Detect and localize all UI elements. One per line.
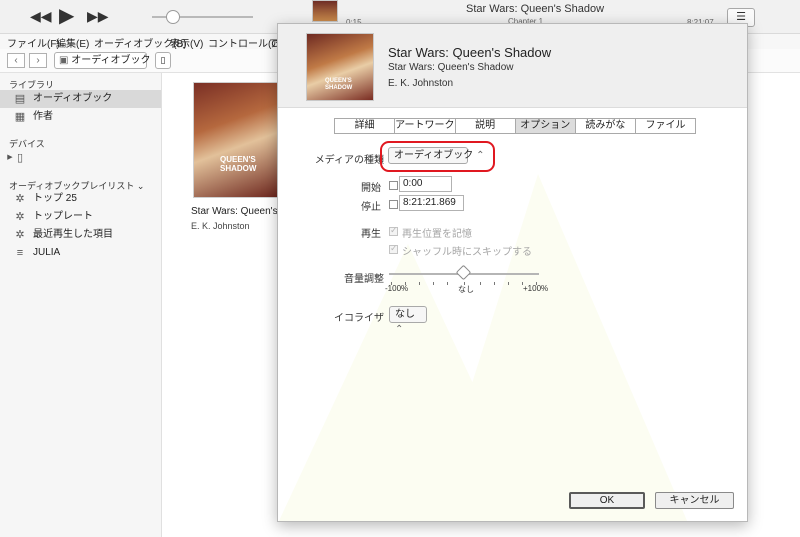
menu-view[interactable]: 表示(V)	[170, 35, 203, 50]
device-button[interactable]: ▯	[155, 52, 171, 69]
sidebar-item-authors[interactable]: ▦ 作者	[0, 108, 161, 126]
start-checkbox[interactable]	[389, 181, 398, 190]
equalizer-value: なし	[395, 309, 415, 320]
now-playing-title: Star Wars: Queen's Shadow	[466, 3, 605, 15]
volume-min-label: -100%	[385, 284, 409, 293]
tab-file[interactable]: ファイル	[636, 119, 695, 133]
equalizer-label: イコライザ	[334, 313, 384, 324]
volume-adjust-label: 音量調整	[344, 274, 384, 285]
skip-when-shuffling-checkbox[interactable]: ✓	[389, 243, 398, 254]
sidebar-item-julia[interactable]: ≡ JULIA	[0, 244, 161, 262]
sidebar-item-device[interactable]: ▶ ▯	[0, 149, 161, 167]
sidebar-item-label: オーディオブック	[33, 93, 113, 104]
sidebar-item-label: JULIA	[33, 247, 61, 258]
remember-position-label: 再生位置を記憶	[402, 229, 472, 240]
album-cover[interactable]: QUEEN'S SHADOW	[193, 82, 281, 198]
gear-icon: ✲	[15, 229, 25, 241]
start-time-field[interactable]: 0:00	[399, 176, 452, 192]
sidebar-item-top25[interactable]: ✲ トップ 25	[0, 190, 161, 208]
checkmark-icon: ✓	[390, 225, 398, 235]
tab-sorting[interactable]: 読みがな	[576, 119, 636, 133]
playlist-icon: ≡	[16, 247, 24, 259]
chevron-right-icon: ›	[36, 55, 40, 66]
cancel-button[interactable]: キャンセル	[655, 492, 734, 509]
info-dialog: QUEEN'S SHADOW Star Wars: Queen's Shadow…	[277, 23, 748, 522]
equalizer-select[interactable]: なし ⌃	[389, 306, 427, 335]
gear-icon: ✲	[15, 211, 25, 223]
annotation-highlight	[380, 141, 495, 172]
stop-time-field[interactable]: 8:21:21.869	[399, 195, 464, 211]
cover-title-text: QUEEN'S SHADOW	[325, 78, 353, 91]
tab-options[interactable]: オプション	[515, 119, 576, 133]
media-kind-label: メディアの種類	[314, 155, 384, 166]
sidebar-item-label: 最近再生した項目	[33, 229, 113, 240]
sidebar-item-label: トップレート	[33, 211, 93, 222]
slider-tick	[433, 282, 434, 285]
dialog-artwork: QUEEN'S SHADOW	[306, 33, 374, 101]
updown-chevron-icon: ⌃	[395, 324, 404, 335]
dialog-album: Star Wars: Queen's Shadow	[388, 62, 514, 73]
stop-checkbox[interactable]	[389, 200, 398, 209]
media-picker-label: オーディオブック	[71, 55, 151, 66]
remember-position-checkbox[interactable]: ✓	[389, 225, 398, 236]
cover-title-text: QUEEN'S SHADOW	[220, 155, 257, 173]
playback-label: 再生	[361, 229, 381, 240]
tab-description[interactable]: 説明	[456, 119, 516, 133]
stop-label: 停止	[361, 202, 381, 213]
menu-file[interactable]: ファイル(F)	[7, 35, 60, 50]
album-author: E. K. Johnston	[191, 221, 250, 231]
rewind-icon[interactable]: ◀◀	[30, 9, 52, 23]
now-playing-artwork[interactable]	[312, 0, 338, 22]
volume-adjust-knob[interactable]	[455, 264, 472, 281]
sidebar-item-label: トップ 25	[33, 193, 77, 204]
album-title[interactable]: Star Wars: Queen's S	[191, 206, 287, 217]
slider-tick	[480, 282, 481, 285]
slider-tick	[447, 282, 448, 285]
slider-tick	[508, 282, 509, 285]
volume-slider-knob[interactable]	[166, 10, 180, 24]
audiobook-icon: ▤	[14, 93, 26, 105]
sidebar-item-top-rated[interactable]: ✲ トップレート	[0, 208, 161, 226]
dialog-tabs: 詳細 アートワーク 説明 オプション 読みがな ファイル	[334, 118, 696, 134]
iphone-icon: ▯	[160, 55, 166, 65]
menu-edit[interactable]: 編集(E)	[56, 35, 89, 50]
list-icon: ☰	[736, 11, 746, 23]
slider-tick	[494, 282, 495, 285]
sidebar-item-recently-played[interactable]: ✲ 最近再生した項目	[0, 226, 161, 244]
slider-tick	[419, 282, 420, 285]
tab-details[interactable]: 詳細	[335, 119, 396, 133]
authors-icon: ▦	[14, 111, 26, 123]
skip-when-shuffling-label: シャッフル時にスキップする	[402, 247, 532, 258]
play-icon[interactable]: ▶	[59, 6, 74, 26]
ok-button[interactable]: OK	[569, 492, 645, 509]
sidebar: ライブラリ ▤ オーディオブック ▦ 作者 デバイス ▶ ▯ オーディオブックプ…	[0, 73, 162, 537]
iphone-icon: ▯	[16, 152, 24, 164]
chevron-left-icon: ‹	[14, 55, 18, 66]
media-picker[interactable]: ▣ オーディオブック ⌃	[54, 52, 162, 69]
tab-artwork[interactable]: アートワーク	[395, 119, 456, 133]
sidebar-item-audiobooks[interactable]: ▤ オーディオブック	[0, 90, 161, 108]
start-label: 開始	[361, 183, 381, 194]
gear-icon: ✲	[15, 193, 25, 205]
fast-forward-icon[interactable]: ▶▶	[87, 9, 109, 23]
dialog-header: QUEEN'S SHADOW Star Wars: Queen's Shadow…	[278, 24, 747, 108]
back-button[interactable]: ‹	[7, 53, 25, 68]
checkmark-icon: ✓	[390, 243, 398, 253]
dialog-artist: E. K. Johnston	[388, 78, 454, 89]
volume-mid-label: なし	[458, 285, 474, 294]
dialog-title: Star Wars: Queen's Shadow	[388, 45, 552, 60]
sidebar-item-label: 作者	[33, 111, 53, 122]
volume-max-label: +100%	[523, 284, 549, 293]
forward-button[interactable]: ›	[29, 53, 47, 68]
audiobook-icon: ▣	[59, 55, 72, 66]
